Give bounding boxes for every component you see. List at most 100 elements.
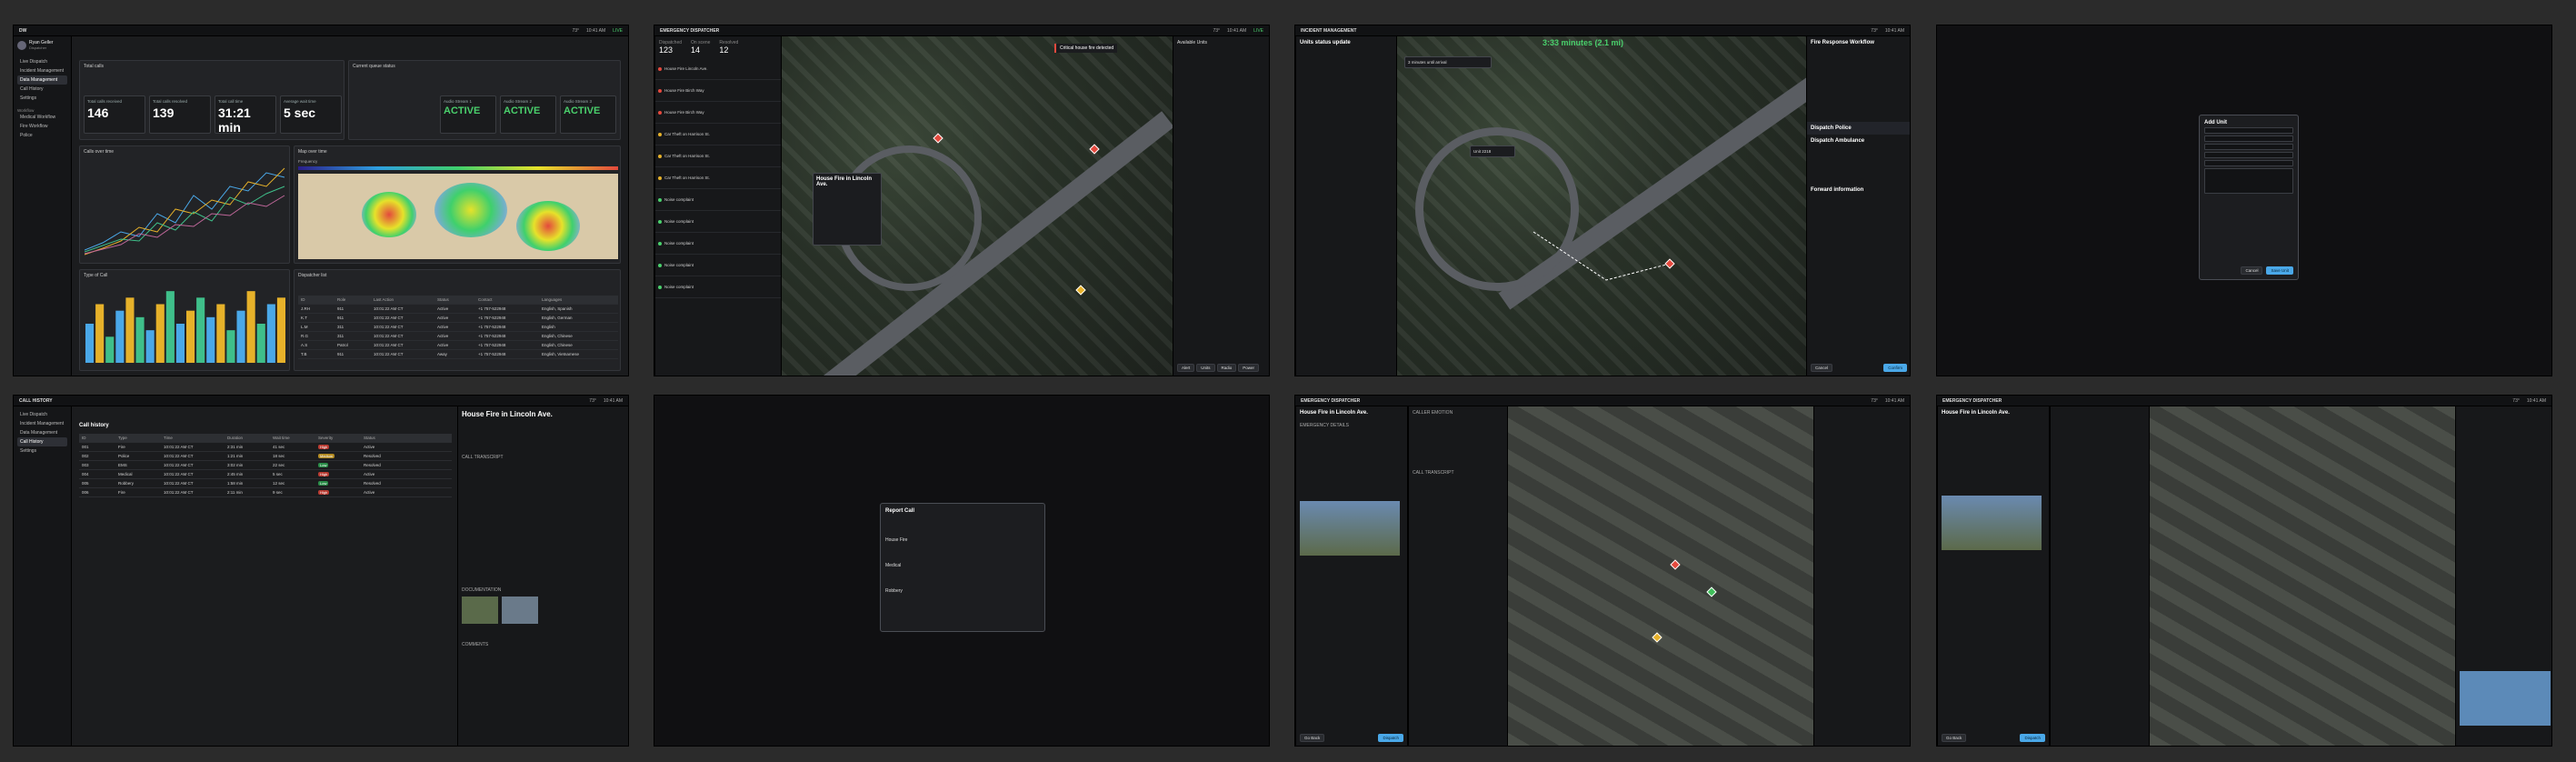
app-title: EMERGENCY DISPATCHER xyxy=(1301,397,1361,404)
back-button[interactable]: Go Back xyxy=(1300,734,1325,742)
table-row[interactable]: L.M 311 10:01:22 AM CT Active +1 757-522948 E… xyxy=(298,323,618,332)
incident-marker[interactable] xyxy=(1075,285,1086,296)
add-unit-modal: Add Unit Cancel Save Unit xyxy=(2199,115,2299,280)
radio-button[interactable]: Radio xyxy=(1216,364,1237,372)
bar xyxy=(85,324,95,363)
nav-item-history[interactable]: Call History xyxy=(17,437,67,446)
report-item[interactable]: House Fire xyxy=(885,537,1040,543)
input-field[interactable] xyxy=(2204,160,2293,166)
heatmap-map[interactable] xyxy=(298,174,618,259)
user-profile[interactable]: Ryan Geller Dispatcher xyxy=(17,40,67,50)
section-title: CALL TRANSCRIPT xyxy=(1413,470,1454,476)
incident-row[interactable]: House Fire Birch Way xyxy=(655,102,781,124)
column-header[interactable]: Last Action xyxy=(371,297,434,302)
report-item[interactable]: Robbery xyxy=(885,588,1040,594)
nav-item-data[interactable]: Data Management xyxy=(17,75,67,85)
nav-sub-medical[interactable]: Medical Workflow xyxy=(17,113,67,122)
top-bar: EMERGENCY DISPATCHER 73° 10:41 AM xyxy=(1295,396,1910,406)
incident-row[interactable]: Noise complaint xyxy=(655,276,781,298)
column-header[interactable]: Severity xyxy=(315,436,361,440)
table-row[interactable]: 003 EMS 10:01:22 AM CT 3:02 min 22 sec Low Res… xyxy=(79,461,452,470)
incident-row[interactable]: House Fire Lincoln Ave. xyxy=(655,58,781,80)
save-button[interactable]: Save Unit xyxy=(2266,266,2293,275)
nav-item-settings[interactable]: Settings xyxy=(17,446,67,456)
table-cell: 2:11 min xyxy=(227,490,243,495)
nav-item-settings[interactable]: Settings xyxy=(17,94,67,103)
table-row[interactable]: K.T 911 10:01:22 AM CT Active +1 757-522948 E… xyxy=(298,314,618,323)
dispatch-button[interactable]: Dispatch xyxy=(2020,734,2045,742)
minimap[interactable] xyxy=(2460,671,2551,726)
incident-row[interactable]: House Fire Birch Way xyxy=(655,80,781,102)
table-row[interactable]: 002 Police 10:01:22 AM CT 1:21 min 18 sec Med… xyxy=(79,452,452,461)
map-view[interactable] xyxy=(1508,406,1813,746)
table-cell: Active xyxy=(437,334,449,338)
table-row[interactable]: A.S Patrol 10:01:22 AM CT Active +1 757-5229… xyxy=(298,341,618,350)
table-row[interactable]: 005 Robbery 10:01:22 AM CT 1:58 min 12 sec Lo… xyxy=(79,479,452,488)
incident-marker[interactable] xyxy=(1652,632,1662,643)
nav-item-history[interactable]: Call History xyxy=(17,85,67,94)
queue-card: Audio Stream 3 ACTIVE xyxy=(560,95,616,134)
bar xyxy=(175,324,185,363)
column-header[interactable]: Duration xyxy=(225,436,270,440)
dispatch-button[interactable]: Dispatch xyxy=(1378,734,1403,742)
input-field[interactable] xyxy=(2204,152,2293,158)
column-header[interactable]: Role xyxy=(334,297,371,302)
table-row[interactable]: J.RH 911 10:01:22 AM CT Active +1 757-522948… xyxy=(298,305,618,314)
table-row[interactable]: 004 Medical 10:01:22 AM CT 2:45 min 5 sec Hig… xyxy=(79,470,452,479)
table-row[interactable]: 006 Fire 10:01:22 AM CT 2:11 min 9 sec High Ac… xyxy=(79,488,452,497)
table-row[interactable]: 001 Fire 10:01:22 AM CT 2:31 min 41 sec High A… xyxy=(79,443,452,452)
column-header[interactable]: Status xyxy=(361,436,406,440)
nav-item-live-dispatch[interactable]: Live Dispatch xyxy=(17,57,67,66)
alert-button[interactable]: Alert xyxy=(1177,364,1195,372)
map-view[interactable] xyxy=(2150,406,2455,746)
unit-marker[interactable] xyxy=(1706,587,1717,597)
bar xyxy=(236,310,245,363)
back-button[interactable]: Go Back xyxy=(1942,734,1967,742)
column-header[interactable]: ID xyxy=(298,297,334,302)
incident-row[interactable]: Noise complaint xyxy=(655,189,781,211)
input-field[interactable] xyxy=(2204,135,2293,142)
map-view[interactable]: 3:33 minutes (2.1 mi) 3 minutes until ar… xyxy=(1397,36,1823,376)
incident-row[interactable]: Car Theft on Harrison St. xyxy=(655,167,781,189)
kpi-label: Total call time xyxy=(218,99,244,104)
nav-item-incident[interactable]: Incident Management xyxy=(17,66,67,75)
doc-thumbnail[interactable] xyxy=(502,597,538,624)
confirm-button[interactable]: Confirm xyxy=(1883,364,1907,372)
incident-row[interactable]: Noise complaint xyxy=(655,233,781,255)
incident-row[interactable]: Car Theft on Harrison St. xyxy=(655,145,781,167)
severity-badge: High xyxy=(318,472,330,476)
nav-item-live-dispatch[interactable]: Live Dispatch xyxy=(17,410,67,419)
nav-sub-police[interactable]: Police xyxy=(17,131,67,140)
column-header[interactable]: Status xyxy=(434,297,475,302)
input-field[interactable] xyxy=(2204,144,2293,150)
map-view[interactable]: Critical house fire detected House Fire … xyxy=(782,36,1174,376)
table-row[interactable]: T.B 911 10:01:22 AM CT Away +1 757-522948 Eng… xyxy=(298,350,618,359)
column-header[interactable]: Languages xyxy=(539,297,612,302)
fire-marker[interactable] xyxy=(1089,144,1100,155)
doc-thumbnail[interactable] xyxy=(462,597,498,624)
queue-title: Current queue status xyxy=(353,64,395,69)
nav-item-data[interactable]: Data Management xyxy=(17,428,67,437)
cancel-button[interactable]: Cancel xyxy=(1811,364,1833,372)
input-field[interactable] xyxy=(2204,168,2293,194)
fire-marker[interactable] xyxy=(933,133,944,144)
table-row[interactable]: R.G 311 10:01:22 AM CT Active +1 757-522948 E… xyxy=(298,332,618,341)
incident-row[interactable]: Noise complaint xyxy=(655,211,781,233)
power-button[interactable]: Power xyxy=(1238,364,1260,372)
units-button[interactable]: Units xyxy=(1196,364,1215,372)
nav-sub-fire[interactable]: Fire Workflow xyxy=(17,122,67,131)
report-item[interactable]: Medical xyxy=(885,563,1040,568)
column-header[interactable]: Type xyxy=(115,436,161,440)
incident-row[interactable]: Car Theft on Harrison St. xyxy=(655,124,781,145)
input-field[interactable] xyxy=(2204,127,2293,134)
column-header[interactable]: Contact xyxy=(475,297,539,302)
nav-item-incident[interactable]: Incident Management xyxy=(17,419,67,428)
fire-marker[interactable] xyxy=(1670,559,1681,570)
column-header[interactable]: ID xyxy=(79,436,115,440)
column-header[interactable]: Wait time xyxy=(270,436,315,440)
cancel-button[interactable]: Cancel xyxy=(2241,266,2263,275)
table-cell: English, Chinese xyxy=(542,343,573,347)
table-cell: Robbery xyxy=(118,481,135,486)
incident-row[interactable]: Noise complaint xyxy=(655,255,781,276)
column-header[interactable]: Time xyxy=(161,436,225,440)
